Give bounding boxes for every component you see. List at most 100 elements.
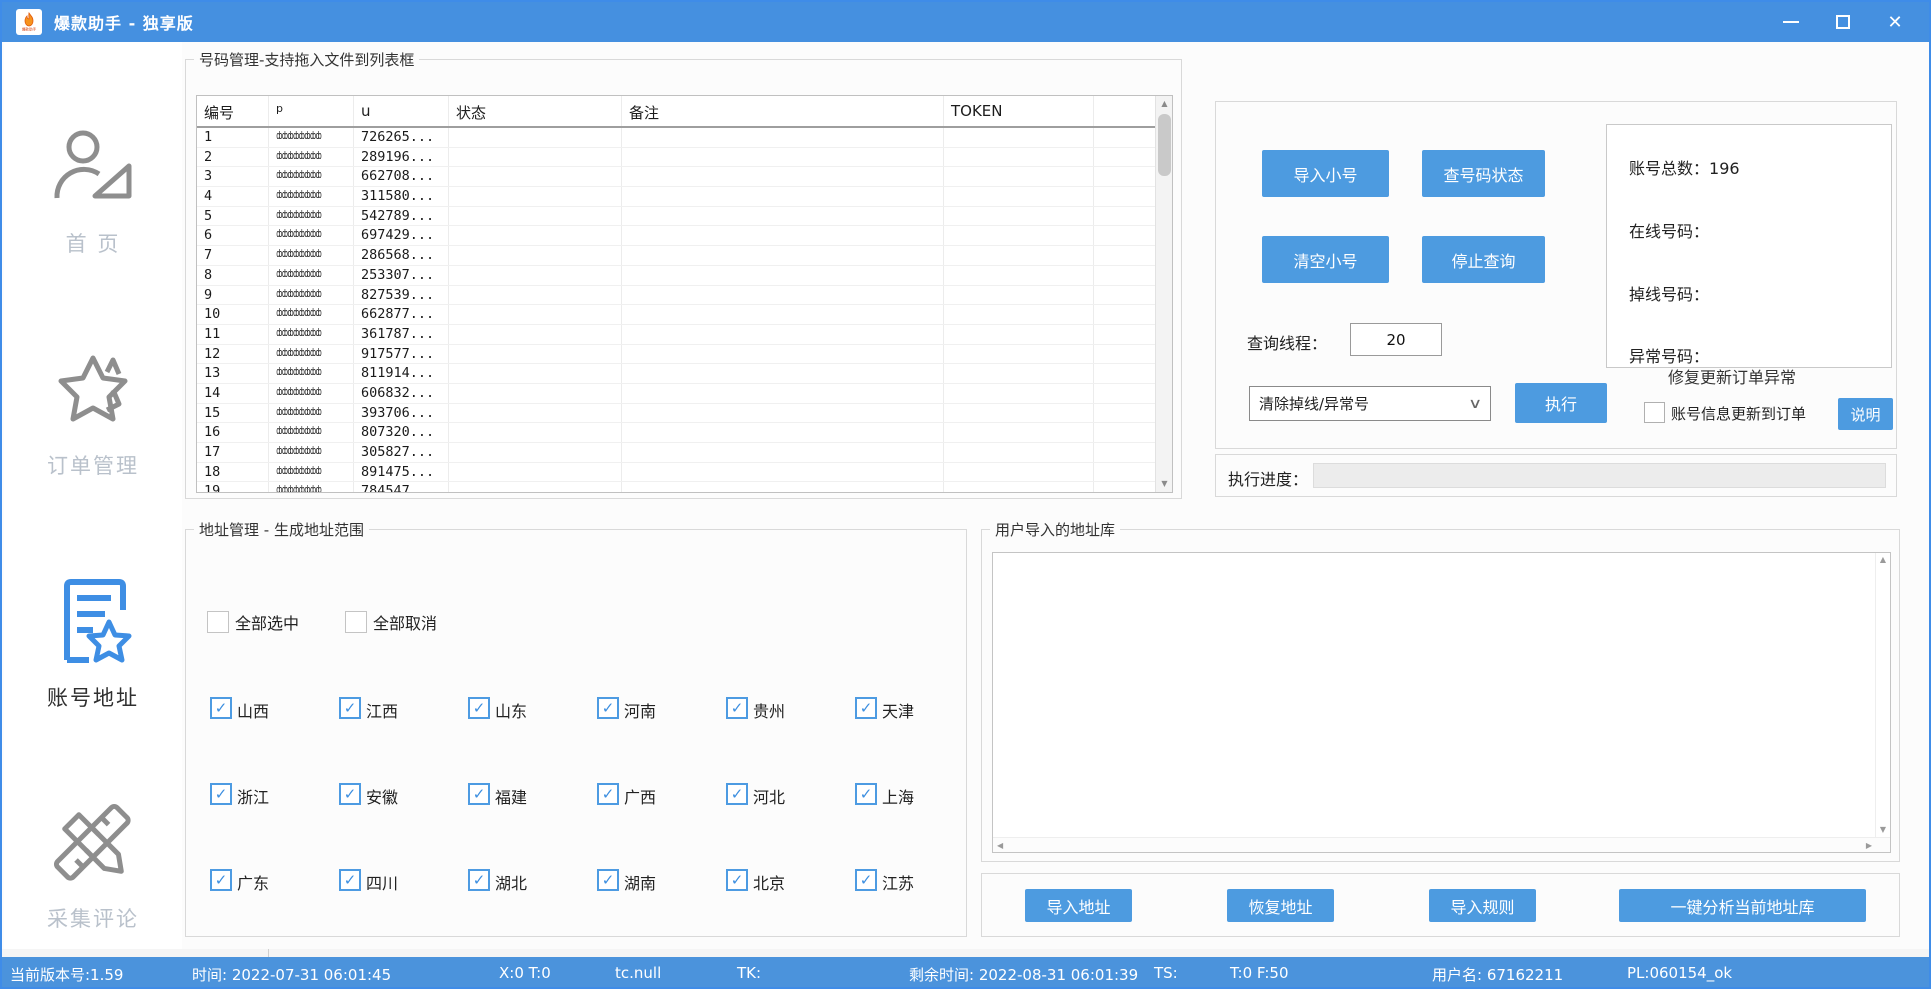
table-row[interactable]: 4ȸȸȸȸȸȸȸȸ311580... <box>197 187 1172 207</box>
scroll-up-icon[interactable]: ▲ <box>1880 555 1886 564</box>
province-checkbox[interactable]: ✓ <box>726 869 748 891</box>
help-button[interactable]: 说明 <box>1838 398 1893 430</box>
table-row[interactable]: 7ȸȸȸȸȸȸȸȸ286568... <box>197 246 1172 266</box>
table-row[interactable]: 15ȸȸȸȸȸȸȸȸ393706... <box>197 404 1172 424</box>
province-checkbox[interactable]: ✓ <box>339 869 361 891</box>
scrollbar-thumb[interactable] <box>1158 114 1171 176</box>
password-cell: ȸȸȸȸȸȸȸȸ <box>269 128 354 147</box>
province-checkbox[interactable]: ✓ <box>726 783 748 805</box>
province-checkbox-item[interactable]: ✓安徽 <box>339 783 468 869</box>
row-index-cell: 2 <box>197 148 269 167</box>
sidebar-item-collect-comments[interactable]: 采集评论 <box>4 795 182 933</box>
province-checkbox-item[interactable]: ✓山东 <box>468 697 597 783</box>
province-checkbox[interactable]: ✓ <box>855 697 877 719</box>
table-row[interactable]: 1ȸȸȸȸȸȸȸȸ726265... <box>197 128 1172 148</box>
table-row[interactable]: 8ȸȸȸȸȸȸȸȸ253307... <box>197 266 1172 286</box>
spare-cell <box>1094 345 1157 364</box>
execute-button[interactable]: 执行 <box>1515 383 1607 423</box>
table-row[interactable]: 5ȸȸȸȸȸȸȸȸ542789... <box>197 207 1172 227</box>
deselect-all-checkbox-item[interactable]: 全部取消 <box>345 610 437 634</box>
sidebar-item-home[interactable]: 首 页 <box>4 120 182 258</box>
check-status-button[interactable]: 查号码状态 <box>1422 150 1545 197</box>
column-header-password[interactable]: p <box>269 96 354 126</box>
table-row[interactable]: 3ȸȸȸȸȸȸȸȸ662708... <box>197 167 1172 187</box>
table-row[interactable]: 10ȸȸȸȸȸȸȸȸ662877... <box>197 305 1172 325</box>
province-checkbox-item[interactable]: ✓河北 <box>726 783 855 869</box>
province-checkbox[interactable]: ✓ <box>210 783 232 805</box>
library-vertical-scrollbar[interactable]: ▲ ▼ <box>1875 553 1890 852</box>
thread-count-input[interactable] <box>1350 323 1442 356</box>
province-checkbox[interactable]: ✓ <box>855 869 877 891</box>
province-checkbox[interactable]: ✓ <box>468 697 490 719</box>
province-checkbox[interactable]: ✓ <box>468 783 490 805</box>
province-checkbox[interactable]: ✓ <box>468 869 490 891</box>
province-checkbox[interactable]: ✓ <box>597 783 619 805</box>
close-button[interactable]: ✕ <box>1869 2 1921 42</box>
import-accounts-button[interactable]: 导入小号 <box>1262 150 1389 197</box>
restore-address-button[interactable]: 恢复地址 <box>1227 889 1334 922</box>
library-horizontal-scrollbar[interactable]: ◀ ▶ <box>993 837 1890 852</box>
province-checkbox-item[interactable]: ✓河南 <box>597 697 726 783</box>
table-row[interactable]: 17ȸȸȸȸȸȸȸȸ305827... <box>197 443 1172 463</box>
province-checkbox-item[interactable]: ✓上海 <box>855 783 984 869</box>
province-checkbox[interactable]: ✓ <box>210 697 232 719</box>
province-checkbox[interactable]: ✓ <box>726 697 748 719</box>
stop-query-button[interactable]: 停止查询 <box>1422 236 1545 283</box>
province-checkbox-item[interactable]: ✓天津 <box>855 697 984 783</box>
scroll-down-icon[interactable]: ▼ <box>1880 825 1886 834</box>
clear-accounts-button[interactable]: 清空小号 <box>1262 236 1389 283</box>
table-row[interactable]: 16ȸȸȸȸȸȸȸȸ807320... <box>197 423 1172 443</box>
minimize-button[interactable] <box>1765 2 1817 42</box>
province-checkbox-item[interactable]: ✓江西 <box>339 697 468 783</box>
column-header-status[interactable]: 状态 <box>449 96 622 126</box>
table-row[interactable]: 13ȸȸȸȸȸȸȸȸ811914... <box>197 364 1172 384</box>
province-checkbox[interactable]: ✓ <box>339 783 361 805</box>
scroll-down-icon[interactable]: ▼ <box>1156 476 1173 492</box>
province-checkbox-item[interactable]: ✓福建 <box>468 783 597 869</box>
province-checkbox[interactable]: ✓ <box>210 869 232 891</box>
column-header-remark[interactable]: 备注 <box>622 96 944 126</box>
column-header-token[interactable]: TOKEN <box>944 96 1094 126</box>
import-rules-button[interactable]: 导入规则 <box>1429 889 1536 922</box>
province-checkbox-item[interactable]: ✓四川 <box>339 869 468 955</box>
maximize-button[interactable] <box>1817 2 1869 42</box>
column-header-username[interactable]: u <box>354 96 449 126</box>
province-checkbox-item[interactable]: ✓贵州 <box>726 697 855 783</box>
table-row[interactable]: 2ȸȸȸȸȸȸȸȸ289196... <box>197 148 1172 168</box>
province-checkbox-item[interactable]: ✓山西 <box>210 697 339 783</box>
table-row[interactable]: 6ȸȸȸȸȸȸȸȸ697429... <box>197 226 1172 246</box>
table-row[interactable]: 12ȸȸȸȸȸȸȸȸ917577... <box>197 345 1172 365</box>
province-checkbox-item[interactable]: ✓广东 <box>210 869 339 955</box>
column-header-index[interactable]: 编号 <box>197 96 269 126</box>
select-all-checkbox-item[interactable]: 全部选中 <box>207 610 299 634</box>
deselect-all-checkbox[interactable] <box>345 611 367 633</box>
province-checkbox-item[interactable]: ✓广西 <box>597 783 726 869</box>
province-checkbox[interactable]: ✓ <box>339 697 361 719</box>
table-row[interactable]: 18ȸȸȸȸȸȸȸȸ891475... <box>197 463 1172 483</box>
province-checkbox-item[interactable]: ✓江苏 <box>855 869 984 955</box>
scroll-left-icon[interactable]: ◀ <box>997 841 1003 850</box>
table-vertical-scrollbar[interactable]: ▲ ▼ <box>1155 96 1172 492</box>
sidebar-item-account-address[interactable]: 账号地址 <box>4 574 182 712</box>
province-checkbox[interactable]: ✓ <box>855 783 877 805</box>
address-library-textarea[interactable]: ▲ ▼ ◀ ▶ <box>992 552 1891 853</box>
province-checkbox-item[interactable]: ✓浙江 <box>210 783 339 869</box>
import-address-button[interactable]: 导入地址 <box>1025 889 1132 922</box>
select-all-checkbox[interactable] <box>207 611 229 633</box>
table-row[interactable]: 9ȸȸȸȸȸȸȸȸ827539... <box>197 286 1172 306</box>
action-dropdown[interactable]: 清除掉线/异常号 ∨ <box>1249 386 1491 421</box>
update-orders-checkbox[interactable] <box>1644 402 1665 423</box>
province-checkbox-item[interactable]: ✓湖北 <box>468 869 597 955</box>
scroll-up-icon[interactable]: ▲ <box>1156 96 1173 112</box>
province-checkbox-item[interactable]: ✓湖南 <box>597 869 726 955</box>
table-row[interactable]: 14ȸȸȸȸȸȸȸȸ606832... <box>197 384 1172 404</box>
scroll-right-icon[interactable]: ▶ <box>1866 841 1872 850</box>
sidebar-item-orders[interactable]: 订单管理 <box>4 342 182 480</box>
password-cell: ȸȸȸȸȸȸȸȸ <box>269 463 354 482</box>
analyze-library-button[interactable]: 一键分析当前地址库 <box>1619 889 1866 922</box>
province-checkbox[interactable]: ✓ <box>597 697 619 719</box>
province-checkbox[interactable]: ✓ <box>597 869 619 891</box>
province-checkbox-item[interactable]: ✓北京 <box>726 869 855 955</box>
table-row[interactable]: 11ȸȸȸȸȸȸȸȸ361787... <box>197 325 1172 345</box>
table-row[interactable]: 19ȸȸȸȸȸȸȸȸ784547... <box>197 482 1172 492</box>
